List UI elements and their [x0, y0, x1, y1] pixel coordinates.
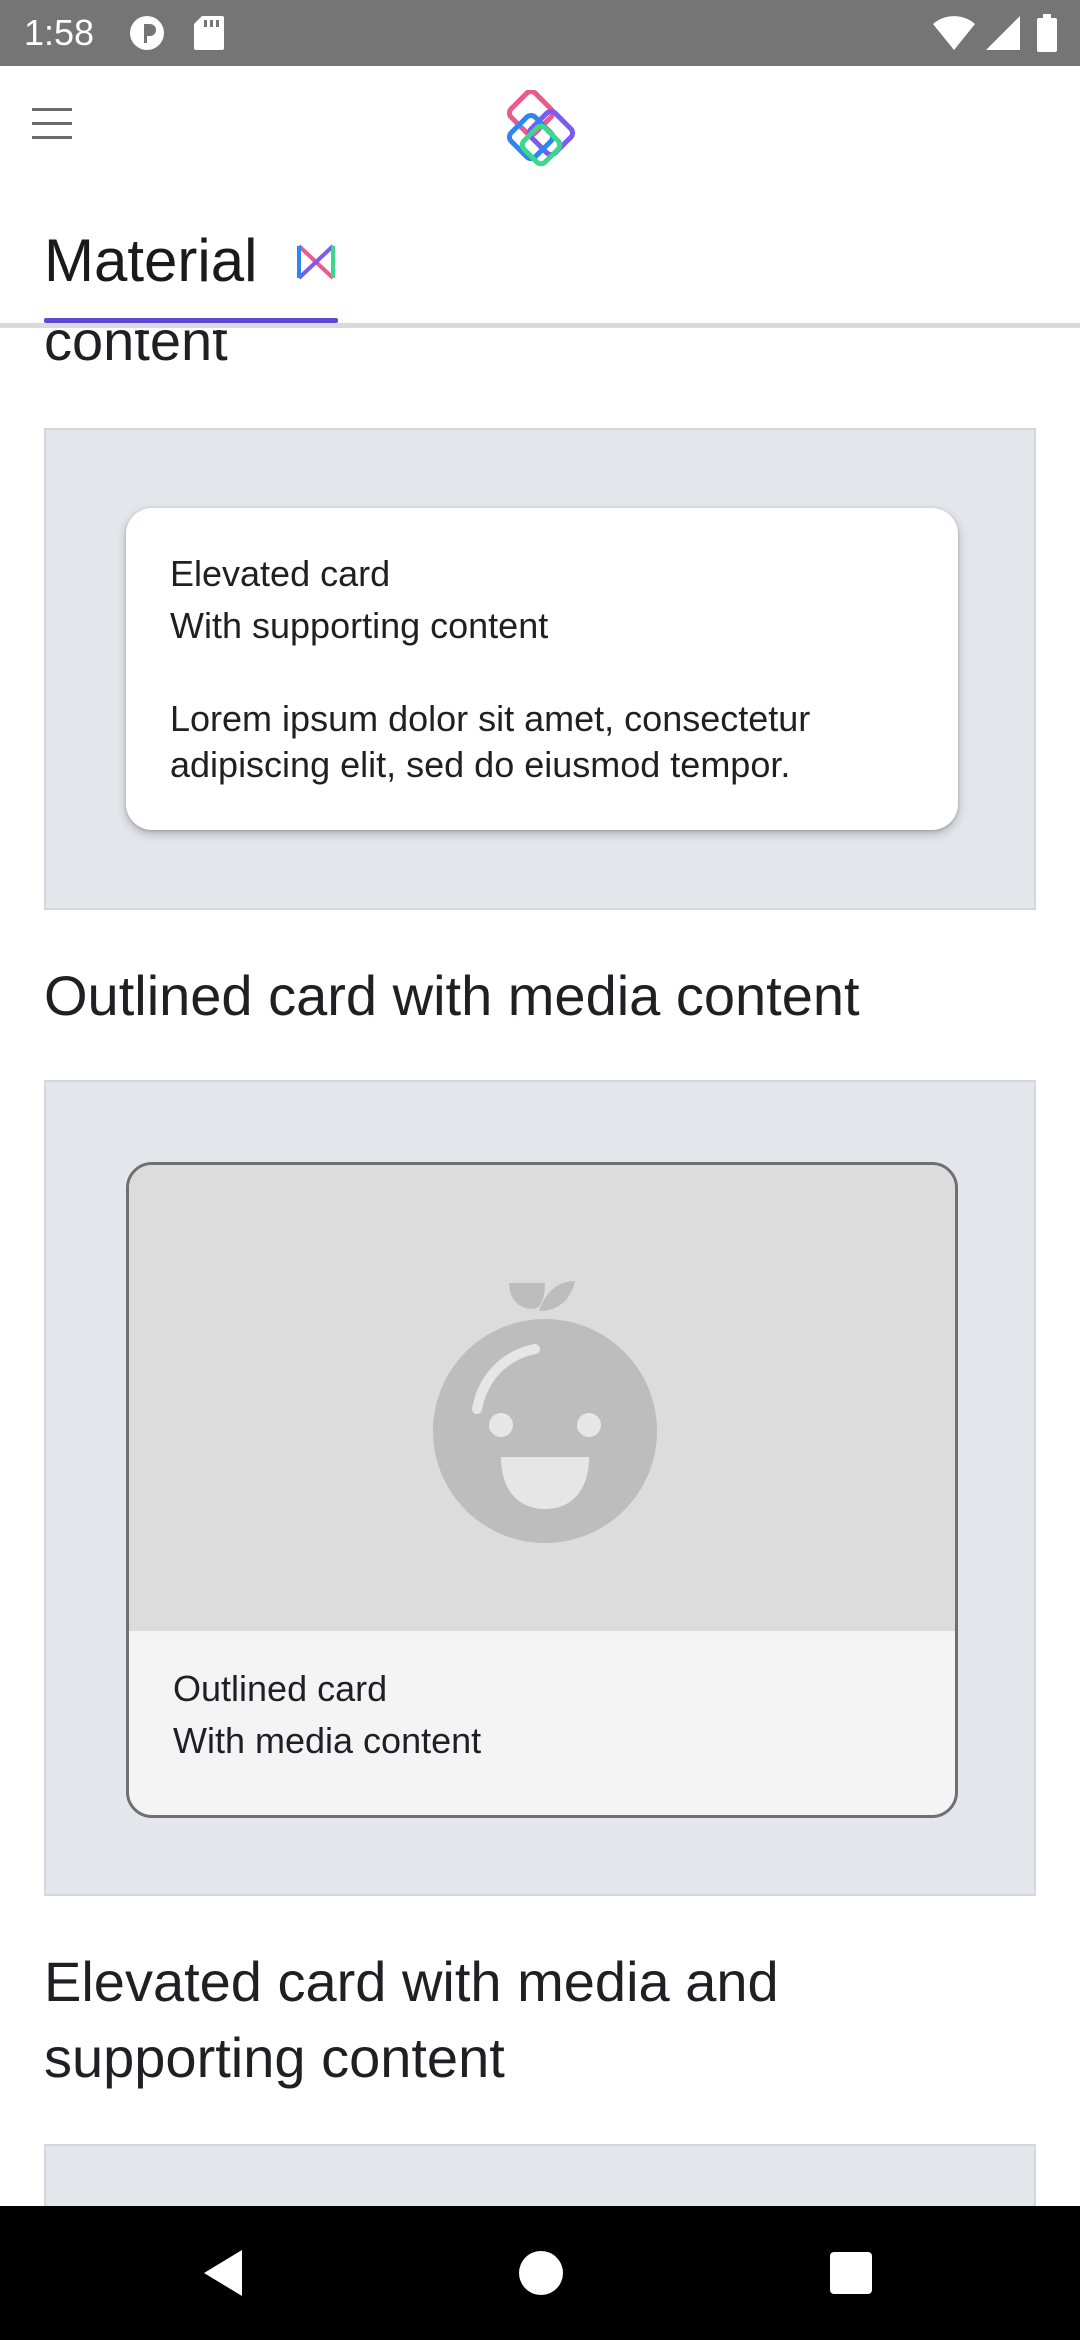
system-navigation-bar — [0, 2206, 1080, 2340]
cell-signal-icon — [984, 14, 1022, 57]
elevated-card[interactable]: Elevated card With supporting content Lo… — [126, 508, 958, 830]
battery-icon — [1036, 14, 1058, 57]
section-heading-elevated-media: Elevated card with media and supporting … — [44, 1950, 779, 2089]
compose-catalog-logo-icon — [496, 88, 586, 185]
media-placeholder — [129, 1165, 955, 1631]
scroll-content[interactable]: content Elevated card With supporting co… — [0, 330, 1080, 2206]
home-icon[interactable] — [510, 2242, 572, 2304]
outlined-card-demo-panel: Outlined card With media content — [44, 1080, 1036, 1896]
tab-divider — [0, 323, 1080, 328]
tab-material-label: Material — [44, 227, 258, 294]
section-heading-outlined-media: Outlined card with media content — [44, 964, 860, 1027]
recents-icon[interactable] — [820, 2242, 882, 2304]
status-bar: 1:58 — [0, 0, 1080, 66]
sd-card-icon — [192, 14, 226, 57]
pocket-casts-icon — [128, 14, 166, 57]
outlined-card[interactable]: Outlined card With media content — [126, 1162, 958, 1818]
material-logo-icon — [296, 242, 336, 287]
elevated-card-demo-panel: Elevated card With supporting content Lo… — [44, 428, 1036, 910]
tab-material[interactable]: Material — [44, 216, 338, 332]
elevated-card-subtitle: With supporting content — [170, 605, 549, 646]
outlined-card-subtitle: With media content — [173, 1720, 482, 1761]
elevated-card-body: Lorem ipsum dolor sit amet, consectetur … — [170, 698, 811, 785]
back-icon[interactable] — [196, 2242, 258, 2304]
smiling-fruit-placeholder-icon — [425, 1253, 665, 1558]
hamburger-menu-icon[interactable] — [28, 100, 80, 152]
wifi-icon — [932, 14, 976, 57]
top-app-bar: Material — [0, 66, 1080, 330]
outlined-card-title: Outlined card — [173, 1668, 388, 1709]
section-heading-partial: content — [44, 330, 228, 372]
elevated-card-title: Elevated card — [170, 553, 391, 594]
elevated-media-demo-panel — [44, 2144, 1036, 2206]
status-time: 1:58 — [24, 12, 95, 53]
